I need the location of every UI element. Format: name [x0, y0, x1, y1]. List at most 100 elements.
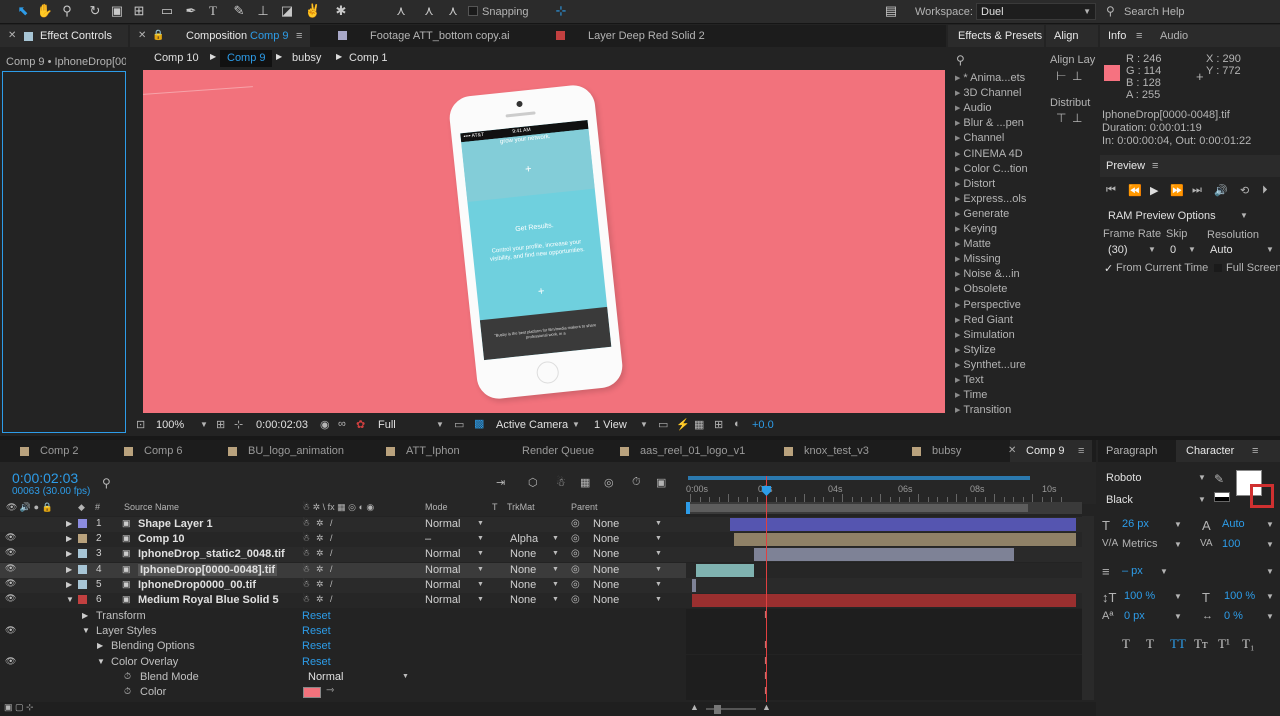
frame-blending-icon[interactable]: ▦: [580, 476, 590, 489]
chevron-down-icon[interactable]: ▼: [402, 673, 409, 680]
graph-editor-icon[interactable]: ⏱: [632, 476, 641, 489]
shy-switch-icon[interactable]: ☃: [302, 548, 310, 559]
workspace-icon[interactable]: ▤: [882, 3, 900, 19]
panel-menu-icon[interactable]: ≡: [296, 30, 302, 42]
exposure-icon[interactable]: ◐: [734, 418, 741, 430]
eyedropper-icon[interactable]: ⇾: [326, 685, 334, 696]
chevron-down-icon[interactable]: ▼: [1240, 211, 1248, 220]
tab-effect-controls[interactable]: Effect Controls: [40, 30, 112, 42]
chevron-down-icon[interactable]: ▼: [655, 581, 662, 588]
visibility-eye-icon[interactable]: 👁: [5, 593, 16, 604]
distribute-top-icon[interactable]: ⊤: [1056, 111, 1066, 125]
resolution-value[interactable]: Auto: [1210, 244, 1233, 256]
stopwatch-icon[interactable]: ⏱: [124, 686, 131, 697]
label-color-swatch[interactable]: [78, 564, 87, 574]
breadcrumb-comp1[interactable]: Comp 1: [349, 52, 388, 64]
trkmat-select[interactable]: Alpha: [510, 533, 538, 545]
panel-menu-icon[interactable]: ≡: [1078, 445, 1084, 457]
toggle-pixel-icon[interactable]: ▭: [658, 418, 668, 431]
shy-switch-icon[interactable]: ☃: [302, 579, 310, 590]
timeline-icon[interactable]: ▦: [694, 418, 704, 431]
eyedropper-icon[interactable]: ✎: [1214, 472, 1224, 486]
expand-arrow-icon[interactable]: ▶: [66, 565, 72, 574]
layer-row[interactable]: 👁 ▶ 4 ▣ IphoneDrop[0000-0048].tif ☃ ✲ / Normal ▼ N…: [0, 562, 686, 578]
font-size-value[interactable]: 26 px: [1122, 518, 1149, 530]
search-help-input[interactable]: Search Help: [1124, 6, 1185, 18]
shy-switch-icon[interactable]: ☃: [302, 533, 310, 544]
effects-category-item[interactable]: Simulation: [955, 329, 1014, 341]
camera-tool-icon[interactable]: ▣: [108, 3, 126, 19]
fast-preview-icon[interactable]: ⚡: [676, 418, 690, 431]
visibility-eye-icon[interactable]: 👁: [5, 563, 16, 574]
effects-category-item[interactable]: Distort: [955, 178, 995, 190]
kerning-value[interactable]: Metrics: [1122, 538, 1157, 550]
effects-category-item[interactable]: Perspective: [955, 299, 1020, 311]
stroke-width-value[interactable]: – px: [1122, 565, 1143, 577]
roto-brush-tool-icon[interactable]: ✌: [304, 3, 322, 19]
visibility-eye-icon[interactable]: 👁: [5, 578, 16, 589]
search-icon[interactable]: ⚲: [956, 53, 965, 67]
magnification-value[interactable]: 100%: [156, 419, 184, 431]
rectangle-tool-icon[interactable]: ▭: [158, 3, 176, 19]
timeline-tab[interactable]: ✕ Comp 9 ≡: [1008, 440, 1092, 462]
layer-duration-bar[interactable]: [734, 533, 1076, 547]
chevron-down-icon[interactable]: ▼: [1174, 540, 1182, 549]
rotate-tool-icon[interactable]: ↻: [86, 3, 104, 19]
trkmat-select[interactable]: None: [510, 564, 536, 576]
full-screen-label[interactable]: Full Screen: [1226, 262, 1280, 274]
effects-category-item[interactable]: Audio: [955, 102, 991, 114]
ram-preview-options[interactable]: RAM Preview Options: [1108, 210, 1216, 222]
collapse-switch-icon[interactable]: ✲: [316, 594, 324, 605]
layer-switches-toggle-icon[interactable]: ▣ ▢ ⊹: [4, 702, 34, 713]
from-current-time-label[interactable]: From Current Time: [1116, 262, 1208, 274]
layer-name[interactable]: IphoneDrop0000_00.tif: [138, 579, 256, 591]
resolution-value[interactable]: Full: [378, 419, 396, 431]
collapse-switch-icon[interactable]: ✲: [316, 548, 324, 559]
tab-audio[interactable]: Audio: [1160, 30, 1188, 42]
last-frame-icon[interactable]: ⏭: [1192, 184, 1202, 197]
blend-mode-select[interactable]: Normal: [308, 671, 343, 683]
close-icon[interactable]: ✕: [8, 30, 16, 41]
next-frame-icon[interactable]: ⏩: [1170, 184, 1184, 197]
audio-icon[interactable]: 🔊: [1214, 184, 1228, 197]
tsume-value[interactable]: 0 %: [1224, 610, 1243, 622]
layer-duration-bar[interactable]: [696, 563, 754, 577]
property-reset-link[interactable]: Reset: [302, 640, 331, 652]
quality-switch-icon[interactable]: /: [330, 533, 333, 543]
layer-row[interactable]: 👁 ▶ 5 ▣ IphoneDrop0000_00.tif ☃ ✲ / Normal ▼ None ▼…: [0, 577, 686, 593]
shy-switch-icon[interactable]: ☃: [302, 564, 310, 575]
visibility-eye-icon[interactable]: 👁: [5, 625, 16, 636]
effects-category-item[interactable]: Matte: [955, 238, 991, 250]
eraser-tool-icon[interactable]: ◪: [278, 3, 296, 19]
checkmark-icon[interactable]: ✓: [1104, 262, 1113, 275]
expand-arrow-icon[interactable]: ▼: [82, 626, 90, 635]
expand-arrow-icon[interactable]: ▶: [97, 641, 103, 650]
chevron-down-icon[interactable]: ▼: [1148, 245, 1156, 254]
visibility-eye-icon[interactable]: 👁: [5, 656, 16, 667]
effects-category-item[interactable]: 3D Channel: [955, 87, 1021, 99]
work-area-start-handle[interactable]: [686, 502, 690, 514]
close-icon[interactable]: ✕: [1008, 445, 1016, 456]
chevron-down-icon[interactable]: ▼: [1266, 520, 1274, 529]
expand-arrow-icon[interactable]: ▼: [97, 657, 105, 666]
chevron-down-icon[interactable]: ▼: [1198, 473, 1206, 482]
ram-preview-icon[interactable]: ⏵: [1262, 184, 1268, 197]
layer-duration-bar[interactable]: [754, 548, 1014, 562]
label-color-swatch[interactable]: [78, 579, 87, 589]
glyph-style-button[interactable]: T₁: [1242, 636, 1254, 652]
layer-row[interactable]: 👁 ▶ 3 ▣ IphoneDrop_static2_0048.tif ☃ ✲ / Normal…: [0, 547, 686, 563]
effects-category-item[interactable]: Transition: [955, 404, 1011, 416]
snapping-checkbox[interactable]: [468, 6, 478, 16]
leading-value[interactable]: Auto: [1222, 518, 1245, 530]
layer-row[interactable]: 👁 ▶ 2 ▣ Comp 10 ☃ ✲ / – ▼ Alpha ▼ ◎ None ▼: [0, 532, 686, 548]
panel-menu-icon[interactable]: ≡: [1152, 160, 1158, 172]
motion-blur-icon[interactable]: ◎: [604, 476, 614, 489]
chevron-down-icon[interactable]: ▼: [1174, 612, 1182, 621]
axis-local-icon[interactable]: ⋏: [392, 3, 410, 19]
pickwhip-icon[interactable]: ◎: [571, 564, 580, 575]
comp-mini-flowchart-icon[interactable]: ⇥: [496, 476, 505, 489]
label-color-swatch[interactable]: [78, 549, 87, 559]
visibility-eye-icon[interactable]: 👁: [5, 547, 16, 558]
current-time-value[interactable]: 0:00:02:03: [256, 419, 308, 431]
glyph-style-button[interactable]: T: [1122, 636, 1130, 652]
